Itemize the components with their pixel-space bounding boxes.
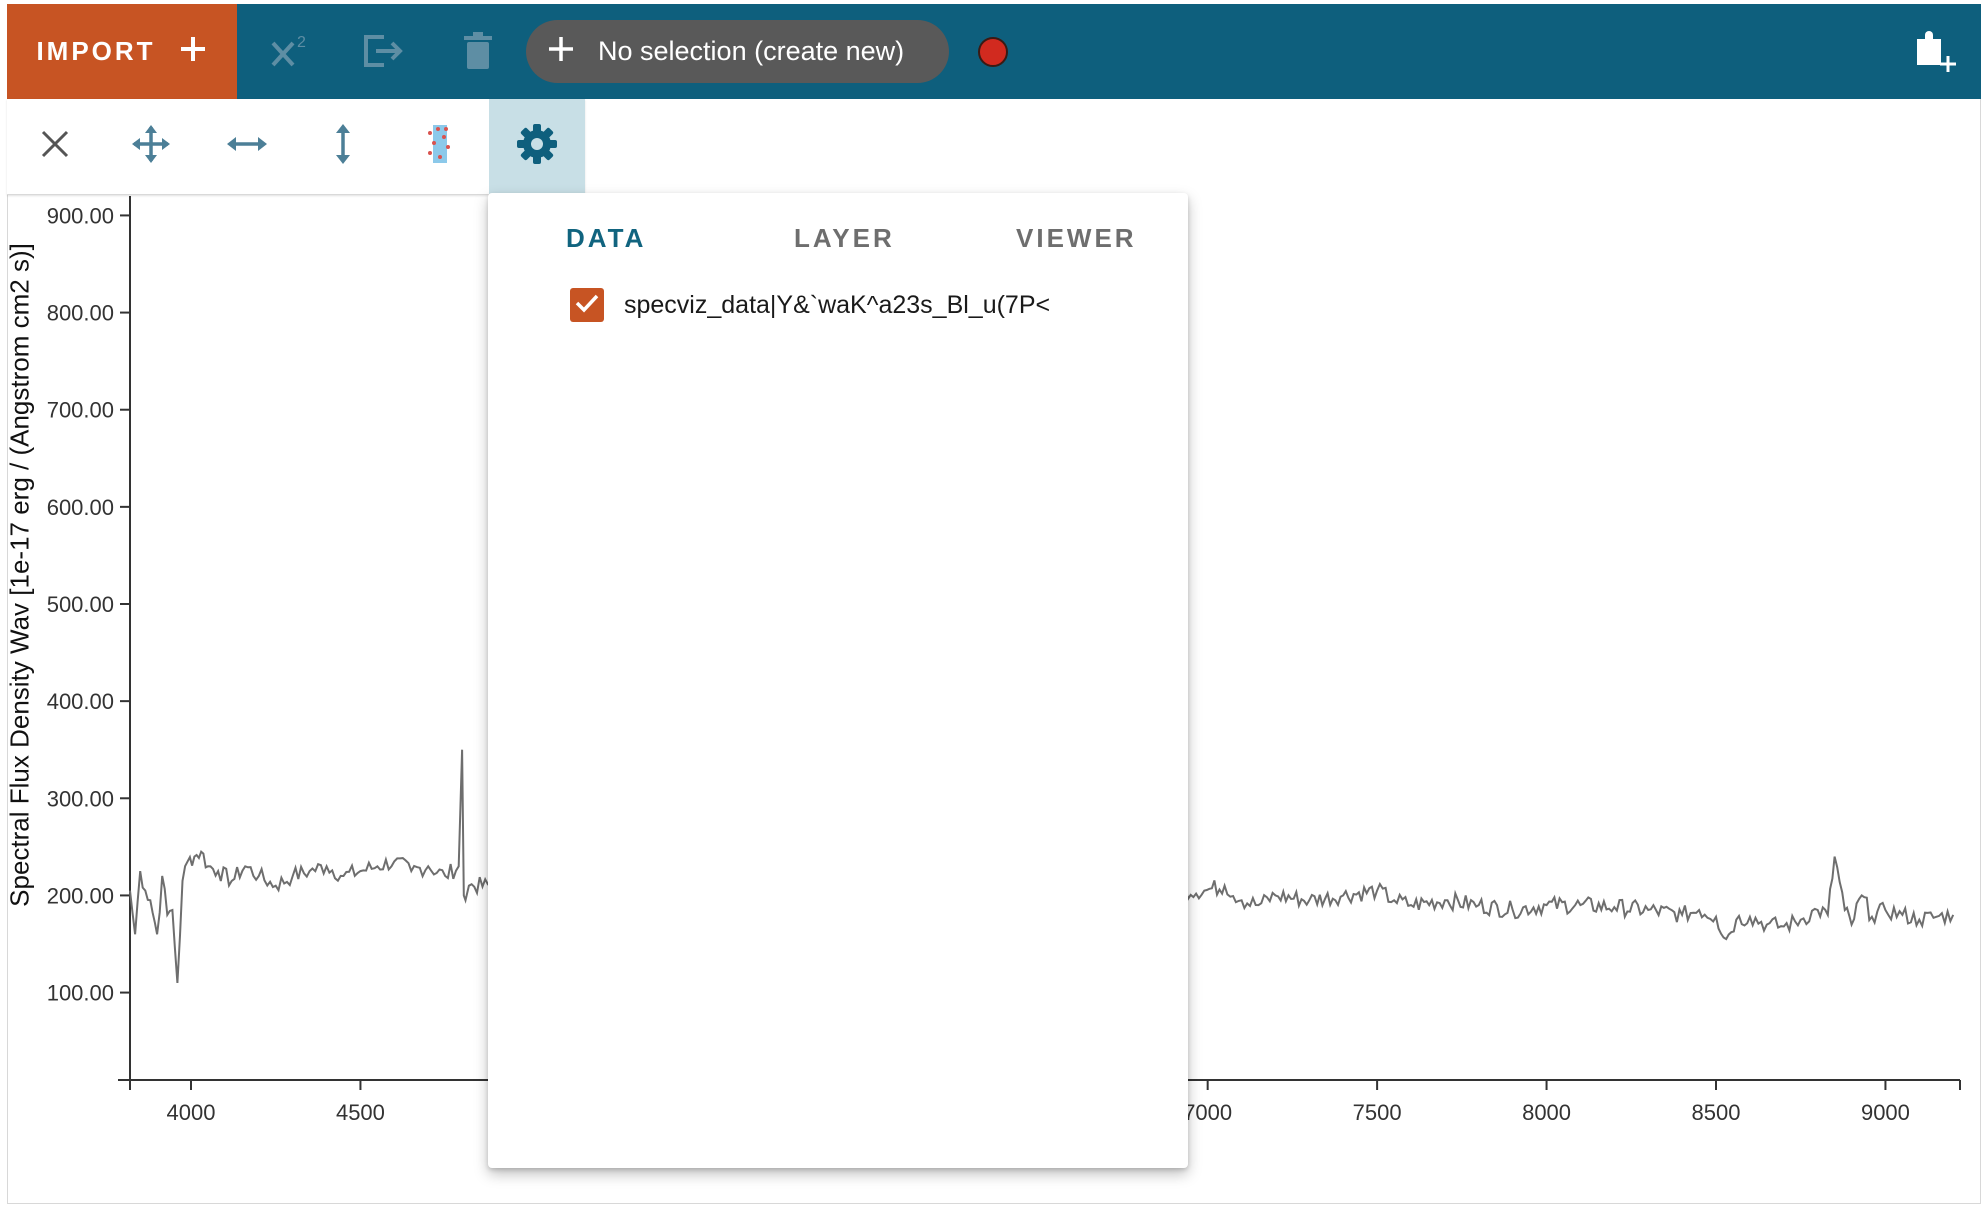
x-tick-label: 8500 <box>1692 1100 1741 1125</box>
plus-icon <box>546 34 576 69</box>
app-bar: IMPORT 2 No selection (create new) <box>7 4 1981 99</box>
svg-text:2: 2 <box>297 34 306 51</box>
y-tick-label: 800.00 <box>47 301 114 326</box>
import-button[interactable]: IMPORT <box>7 4 237 99</box>
pan-zoom-tool-button[interactable] <box>103 99 199 194</box>
x-tick-label: 7500 <box>1353 1100 1402 1125</box>
import-label: IMPORT <box>36 36 156 66</box>
chi-squared-icon[interactable]: 2 <box>265 26 315 76</box>
x-tick-label: 4500 <box>336 1100 385 1125</box>
checkmark-icon <box>574 292 600 319</box>
vertical-zoom-icon <box>333 123 353 170</box>
export-icon[interactable] <box>358 26 408 76</box>
tab-data[interactable]: DATA <box>566 213 646 263</box>
y-tick-label: 400.00 <box>47 689 114 714</box>
y-tick-label: 200.00 <box>47 883 114 908</box>
horizontal-zoom-icon <box>226 134 268 159</box>
data-item: specviz_data|Y&`waK^a23s_Bl_u(7P< <box>570 288 1050 322</box>
y-tick-label: 300.00 <box>47 786 114 811</box>
plot-options-menu: DATA LAYER VIEWER specviz_data|Y&`waK^a2… <box>488 193 1188 1168</box>
y-tick-label: 500.00 <box>47 592 114 617</box>
tab-layer[interactable]: LAYER <box>794 213 895 263</box>
add-viewer-icon[interactable] <box>1910 26 1960 76</box>
plus-icon <box>178 34 208 69</box>
horizontal-zoom-tool-button[interactable] <box>199 99 295 194</box>
close-icon <box>40 129 70 164</box>
x-tick-label: 8000 <box>1522 1100 1571 1125</box>
record-icon[interactable] <box>978 37 1008 67</box>
data-item-label: specviz_data|Y&`waK^a23s_Bl_u(7P< <box>624 290 1051 319</box>
y-tick-label: 700.00 <box>47 398 114 423</box>
x-tick-label: 9000 <box>1861 1100 1910 1125</box>
pan-zoom-icon <box>131 124 171 169</box>
select-data-icon <box>424 123 454 170</box>
y-tick-label: 900.00 <box>47 203 114 228</box>
settings-tool-button[interactable] <box>489 99 585 194</box>
y-tick-label: 100.00 <box>47 981 114 1006</box>
close-tool-button[interactable] <box>7 99 103 194</box>
x-tick-label: 4000 <box>167 1100 216 1125</box>
data-select-tool-button[interactable] <box>391 99 487 194</box>
y-tick-label: 600.00 <box>47 495 114 520</box>
delete-icon[interactable] <box>453 26 503 76</box>
y-axis-label: Spectral Flux Density Wav [1e-17 erg / (… <box>4 243 35 907</box>
subset-selection-dropdown[interactable]: No selection (create new) <box>526 20 949 83</box>
vertical-zoom-tool-button[interactable] <box>295 99 391 194</box>
plot-toolbar <box>7 99 585 195</box>
selection-label: No selection (create new) <box>598 36 905 66</box>
settings-icon <box>516 123 558 170</box>
data-item-checkbox[interactable] <box>570 288 604 322</box>
x-tick-label: 7000 <box>1183 1100 1232 1125</box>
tab-viewer[interactable]: VIEWER <box>1016 213 1137 263</box>
